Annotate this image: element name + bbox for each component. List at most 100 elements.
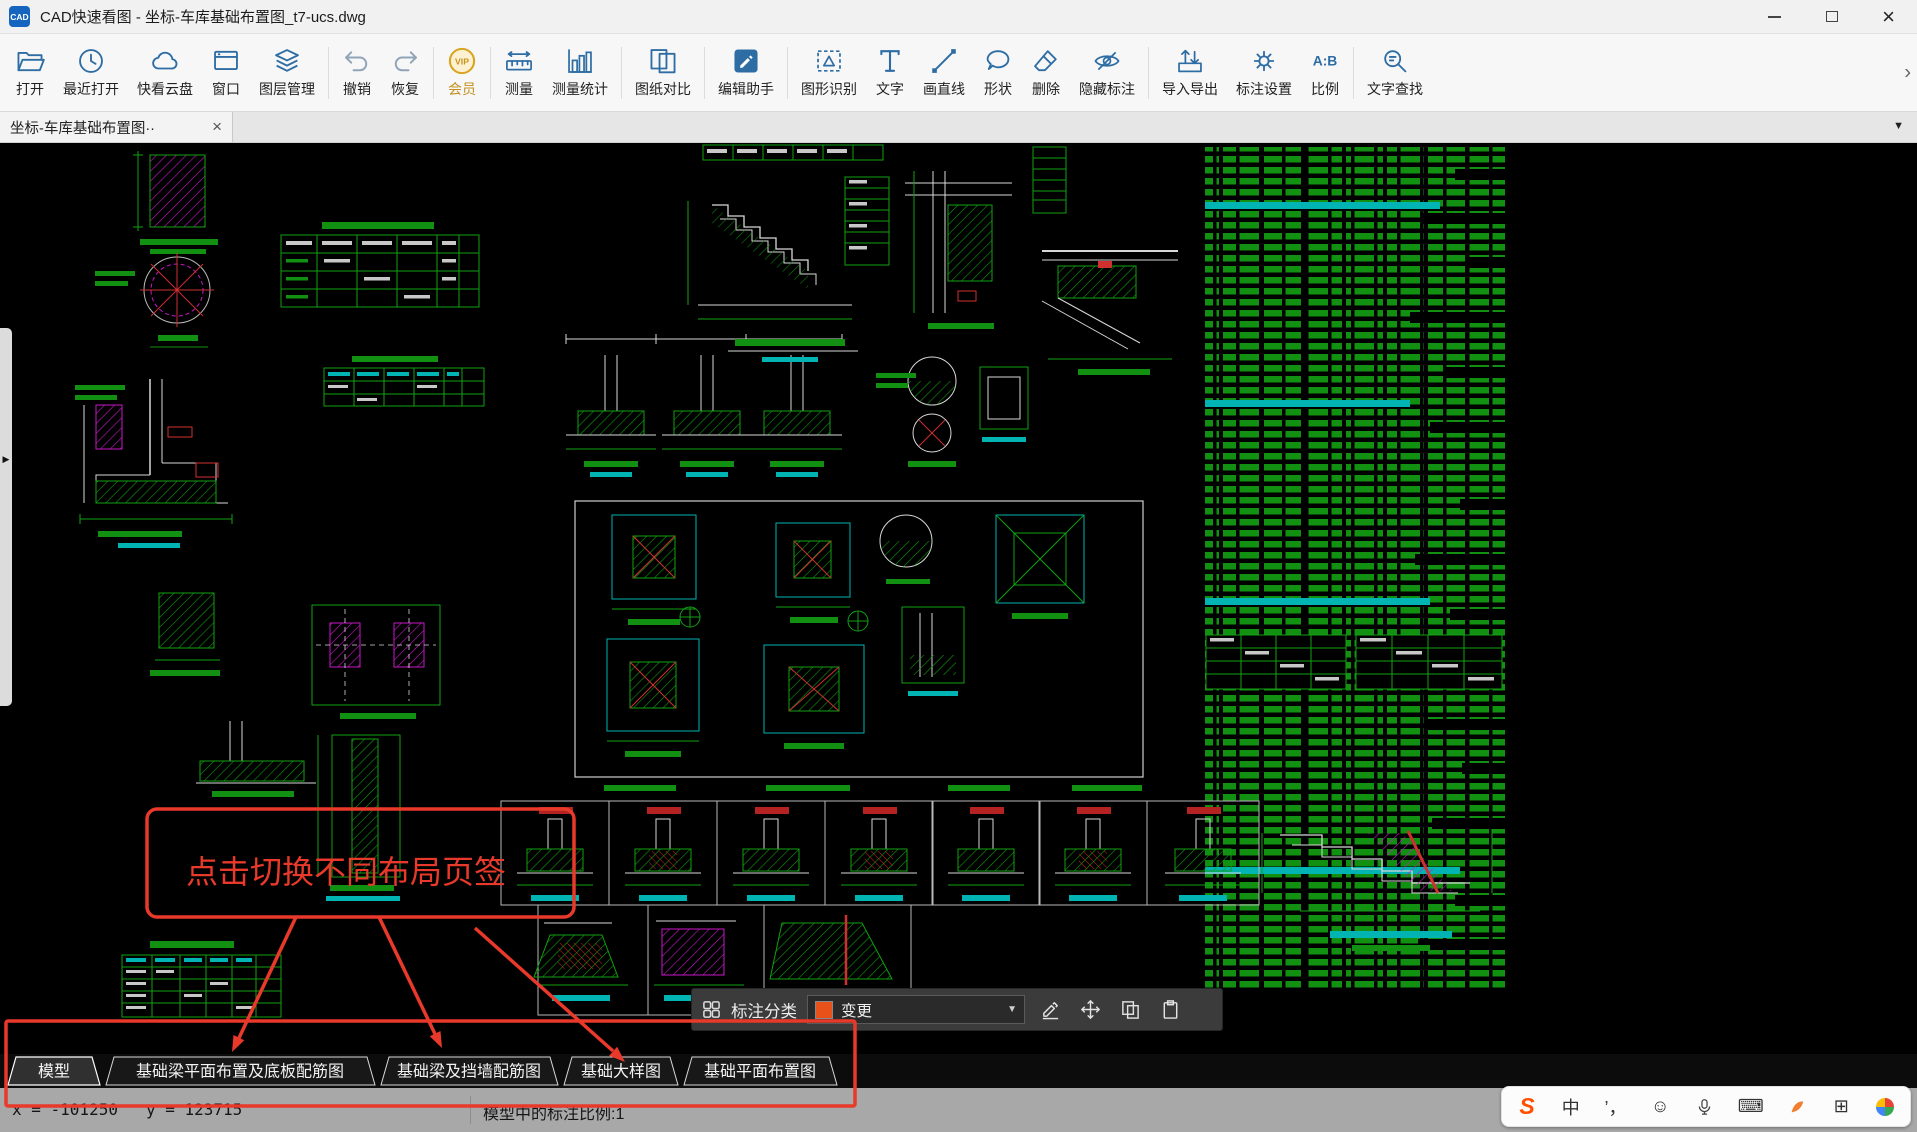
toolbar-drawing-compare[interactable]: 图纸对比	[626, 37, 700, 109]
layout-tab-beam-wall-rebar[interactable]: 基础梁及挡墙配筋图	[381, 1057, 558, 1085]
search-icon	[1380, 46, 1410, 76]
toolbar-label: 图形识别	[801, 79, 857, 99]
cad-canvas[interactable]	[0, 143, 1917, 1054]
table-bottom-left	[122, 941, 281, 1017]
toolbar-recent-open[interactable]: 最近打开	[54, 37, 128, 109]
layout-tab-foundation-detail[interactable]: 基础大样图	[564, 1057, 678, 1085]
move-annotation-button[interactable]	[1075, 995, 1105, 1025]
toolbar-scale[interactable]: A:B 比例	[1301, 37, 1349, 109]
paste-annotation-button[interactable]	[1155, 995, 1185, 1025]
toolbar-window[interactable]: 窗口	[202, 37, 250, 109]
punctuation-mode-button[interactable]: ’，	[1605, 1094, 1627, 1120]
notes-text-block	[1205, 147, 1505, 989]
details-bottom-left	[150, 593, 440, 901]
toolbar-draw-line[interactable]: 画直线	[914, 37, 974, 109]
toolbar-hide-annotations[interactable]: 隐藏标注	[1070, 37, 1144, 109]
annotation-category-bar: 标注分类 变更 ▼	[691, 988, 1223, 1031]
detail-sheet-pilecaps	[575, 501, 1143, 777]
app-window: CAD CAD快速看图 - 坐标-车库基础布置图_t7-ucs.dwg × 打开…	[0, 0, 1917, 1132]
toolbar-text[interactable]: 文字	[866, 37, 914, 109]
app-logo-icon: CAD	[9, 6, 30, 27]
document-tab-active[interactable]: 坐标-车库基础布置图·· ×	[0, 112, 233, 142]
toolbar-separator	[1353, 47, 1354, 99]
close-icon: ×	[1882, 6, 1895, 28]
voice-input-button[interactable]	[1694, 1098, 1714, 1115]
toolbar-text-search[interactable]: 文字查找	[1358, 37, 1432, 109]
table-small-mid	[324, 356, 484, 406]
toolbar-edit-assistant[interactable]: 编辑助手	[709, 37, 783, 109]
toolbar-label: 比例	[1311, 79, 1339, 99]
maximize-button[interactable]	[1803, 0, 1860, 33]
toolbar-delete[interactable]: 删除	[1022, 37, 1070, 109]
toolbox-button[interactable]	[1875, 1098, 1895, 1116]
coordinate-x: x = -101250	[12, 1100, 118, 1119]
detail-roof-sections	[905, 171, 1178, 375]
toolbar-shape-recognition[interactable]: 图形识别	[792, 37, 866, 109]
shapes-icon	[983, 46, 1013, 76]
svg-text:基础梁及挡墙配筋图: 基础梁及挡墙配筋图	[397, 1063, 541, 1081]
toolbar-vip[interactable]: VIP 会员	[438, 37, 486, 109]
toolbar-measure[interactable]: 测量	[495, 37, 543, 109]
status-divider	[470, 1096, 471, 1124]
svg-text:基础梁平面布置及底板配筋图: 基础梁平面布置及底板配筋图	[136, 1063, 344, 1081]
minimize-button[interactable]	[1746, 0, 1803, 33]
toolbar-label: 文字	[876, 79, 904, 99]
sogou-logo-icon[interactable]: S	[1517, 1093, 1537, 1120]
toolbar-undo[interactable]: 撤销	[333, 37, 381, 109]
apps-grid-button[interactable]: ⊞	[1831, 1096, 1851, 1117]
move-icon	[1080, 999, 1101, 1020]
annotation-category-dropdown[interactable]: 变更 ▼	[807, 995, 1025, 1024]
window-title: CAD快速看图 - 坐标-车库基础布置图_t7-ucs.dwg	[40, 6, 366, 27]
toolbar-annotation-settings[interactable]: 标注设置	[1227, 37, 1301, 109]
toolbar-overflow-button[interactable]: ›	[1904, 61, 1911, 84]
language-mode-button[interactable]: 中	[1561, 1094, 1581, 1120]
toolbar-separator	[328, 47, 329, 99]
skin-button[interactable]	[1787, 1099, 1807, 1115]
toolbar-label: 恢复	[391, 79, 419, 99]
toolbar-separator	[704, 47, 705, 99]
annotation-scale-text: 模型中的标注比例:1	[483, 1100, 624, 1124]
text-icon	[875, 46, 905, 76]
svg-text:基础平面布置图: 基础平面布置图	[704, 1063, 816, 1081]
tab-list-dropdown-icon[interactable]: ▼	[1893, 120, 1904, 132]
annotation-swatch	[815, 1001, 833, 1019]
toolbar-measure-stats[interactable]: 测量统计	[543, 37, 617, 109]
microphone-icon	[1696, 1098, 1713, 1115]
open-icon	[15, 46, 45, 76]
toolbar-layer-manager[interactable]: 图层管理	[250, 37, 324, 109]
minimize-icon	[1768, 16, 1781, 18]
edit-annotation-button[interactable]	[1035, 995, 1065, 1025]
detail-wall-section-left	[75, 379, 232, 548]
toolbar-redo[interactable]: 恢复	[381, 37, 429, 109]
side-panel-handle[interactable]: ▶	[0, 328, 12, 706]
keyboard-button[interactable]: ⌨	[1738, 1096, 1764, 1117]
layout-tab-model[interactable]: 模型	[8, 1057, 100, 1085]
layout-tab-foundation-plan[interactable]: 基础平面布置图	[684, 1057, 837, 1085]
window-controls: ×	[1746, 0, 1917, 33]
shape-recognition-icon	[814, 46, 844, 76]
toolbar-shapes[interactable]: 形状	[974, 37, 1022, 109]
eye-off-icon	[1092, 46, 1122, 76]
document-tab-bar: 坐标-车库基础布置图·· × ▼	[0, 112, 1917, 143]
toolbar-cloud-drive[interactable]: 快看云盘	[128, 37, 202, 109]
layout-tab-foundation-beam-plan[interactable]: 基础梁平面布置及底板配筋图	[106, 1057, 375, 1085]
document-tab-close-icon[interactable]: ×	[212, 117, 222, 137]
copy-annotation-button[interactable]	[1115, 995, 1145, 1025]
emoji-button[interactable]: ☺	[1650, 1096, 1670, 1117]
toolbar-label: 最近打开	[63, 79, 119, 99]
window-icon	[211, 46, 241, 76]
maximize-icon	[1826, 11, 1838, 22]
close-button[interactable]: ×	[1860, 0, 1917, 33]
toolbar-label: 会员	[448, 79, 476, 99]
table-ct	[281, 222, 479, 307]
skin-icon	[1789, 1099, 1805, 1115]
toolbar-open[interactable]: 打开	[6, 37, 54, 109]
toolbar-label: 图纸对比	[635, 79, 691, 99]
annotation-category-label: 标注分类	[731, 998, 797, 1022]
toolbar-import-export[interactable]: 导入导出	[1153, 37, 1227, 109]
toolbox-icon	[1876, 1098, 1894, 1116]
toolbar-label: 编辑助手	[718, 79, 774, 99]
gear-icon	[1249, 46, 1279, 76]
toolbar-label: 文字查找	[1367, 79, 1423, 99]
toolbar-label: 打开	[16, 79, 44, 99]
